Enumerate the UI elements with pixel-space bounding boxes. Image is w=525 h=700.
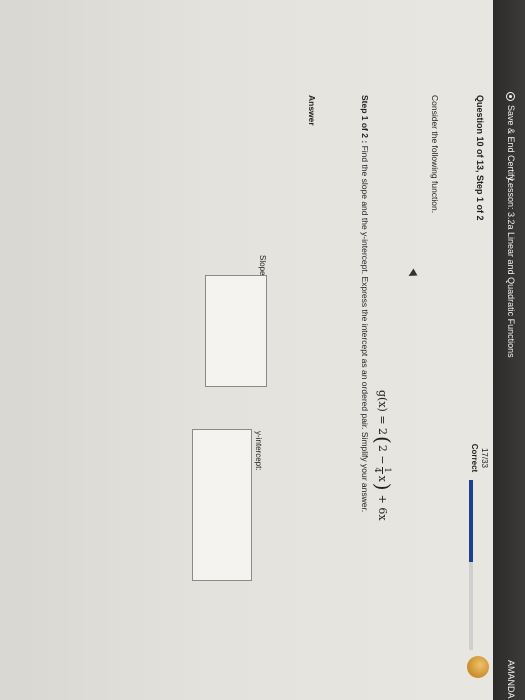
mouse-cursor-icon xyxy=(406,268,418,280)
top-bar: Save & End Certify Lesson: 3.2a Linear a… xyxy=(493,0,525,700)
achievement-badge-icon[interactable] xyxy=(467,656,489,678)
save-icon xyxy=(506,92,516,101)
progress-fill xyxy=(469,480,473,562)
formula-inner-var: x xyxy=(376,475,390,482)
score-status: Correct xyxy=(470,443,479,473)
y-intercept-label: y-intercept: xyxy=(254,431,263,471)
formula-lhs: g(x) = 2 xyxy=(376,390,390,436)
progress-bar xyxy=(469,480,473,650)
function-formula: g(x) = 2 ( 2 − 1 4 x ) + 6x xyxy=(371,390,395,521)
save-end-certify-button[interactable]: Save & End Certify xyxy=(506,92,516,181)
fraction-denominator: 4 xyxy=(373,467,383,473)
formula-rhs: + 6x xyxy=(376,494,390,521)
fraction-numerator: 1 xyxy=(383,467,393,473)
slope-input[interactable] xyxy=(205,275,267,387)
close-paren: ) xyxy=(371,482,395,491)
user-name[interactable]: AMANDA C xyxy=(506,660,516,700)
assignment-screen: Save & End Certify Lesson: 3.2a Linear a… xyxy=(0,0,525,700)
save-end-label: Save & End Certify xyxy=(506,105,516,182)
consider-text: Consider the following function. xyxy=(430,95,440,214)
step-label: Step 1 of 2 : xyxy=(360,95,370,144)
step-instructions: Step 1 of 2 : Find the slope and the y-i… xyxy=(360,95,370,512)
formula-fraction: 1 4 xyxy=(373,466,393,474)
step-text: Find the slope and the y-intercept. Expr… xyxy=(360,145,370,513)
y-intercept-input[interactable] xyxy=(192,429,252,581)
formula-inner: 2 − xyxy=(376,444,390,465)
answer-label: Answer xyxy=(307,95,317,126)
open-paren: ( xyxy=(371,436,395,444)
score-block: 17/33 Correct xyxy=(469,438,489,478)
score-value: 17/33 xyxy=(480,447,489,469)
question-header: Question 10 of 13, Step 1 of 2 xyxy=(475,95,485,221)
fraction-bar xyxy=(382,466,384,474)
lesson-title: Lesson: 3.2a Linear and Quadratic Functi… xyxy=(506,178,516,358)
